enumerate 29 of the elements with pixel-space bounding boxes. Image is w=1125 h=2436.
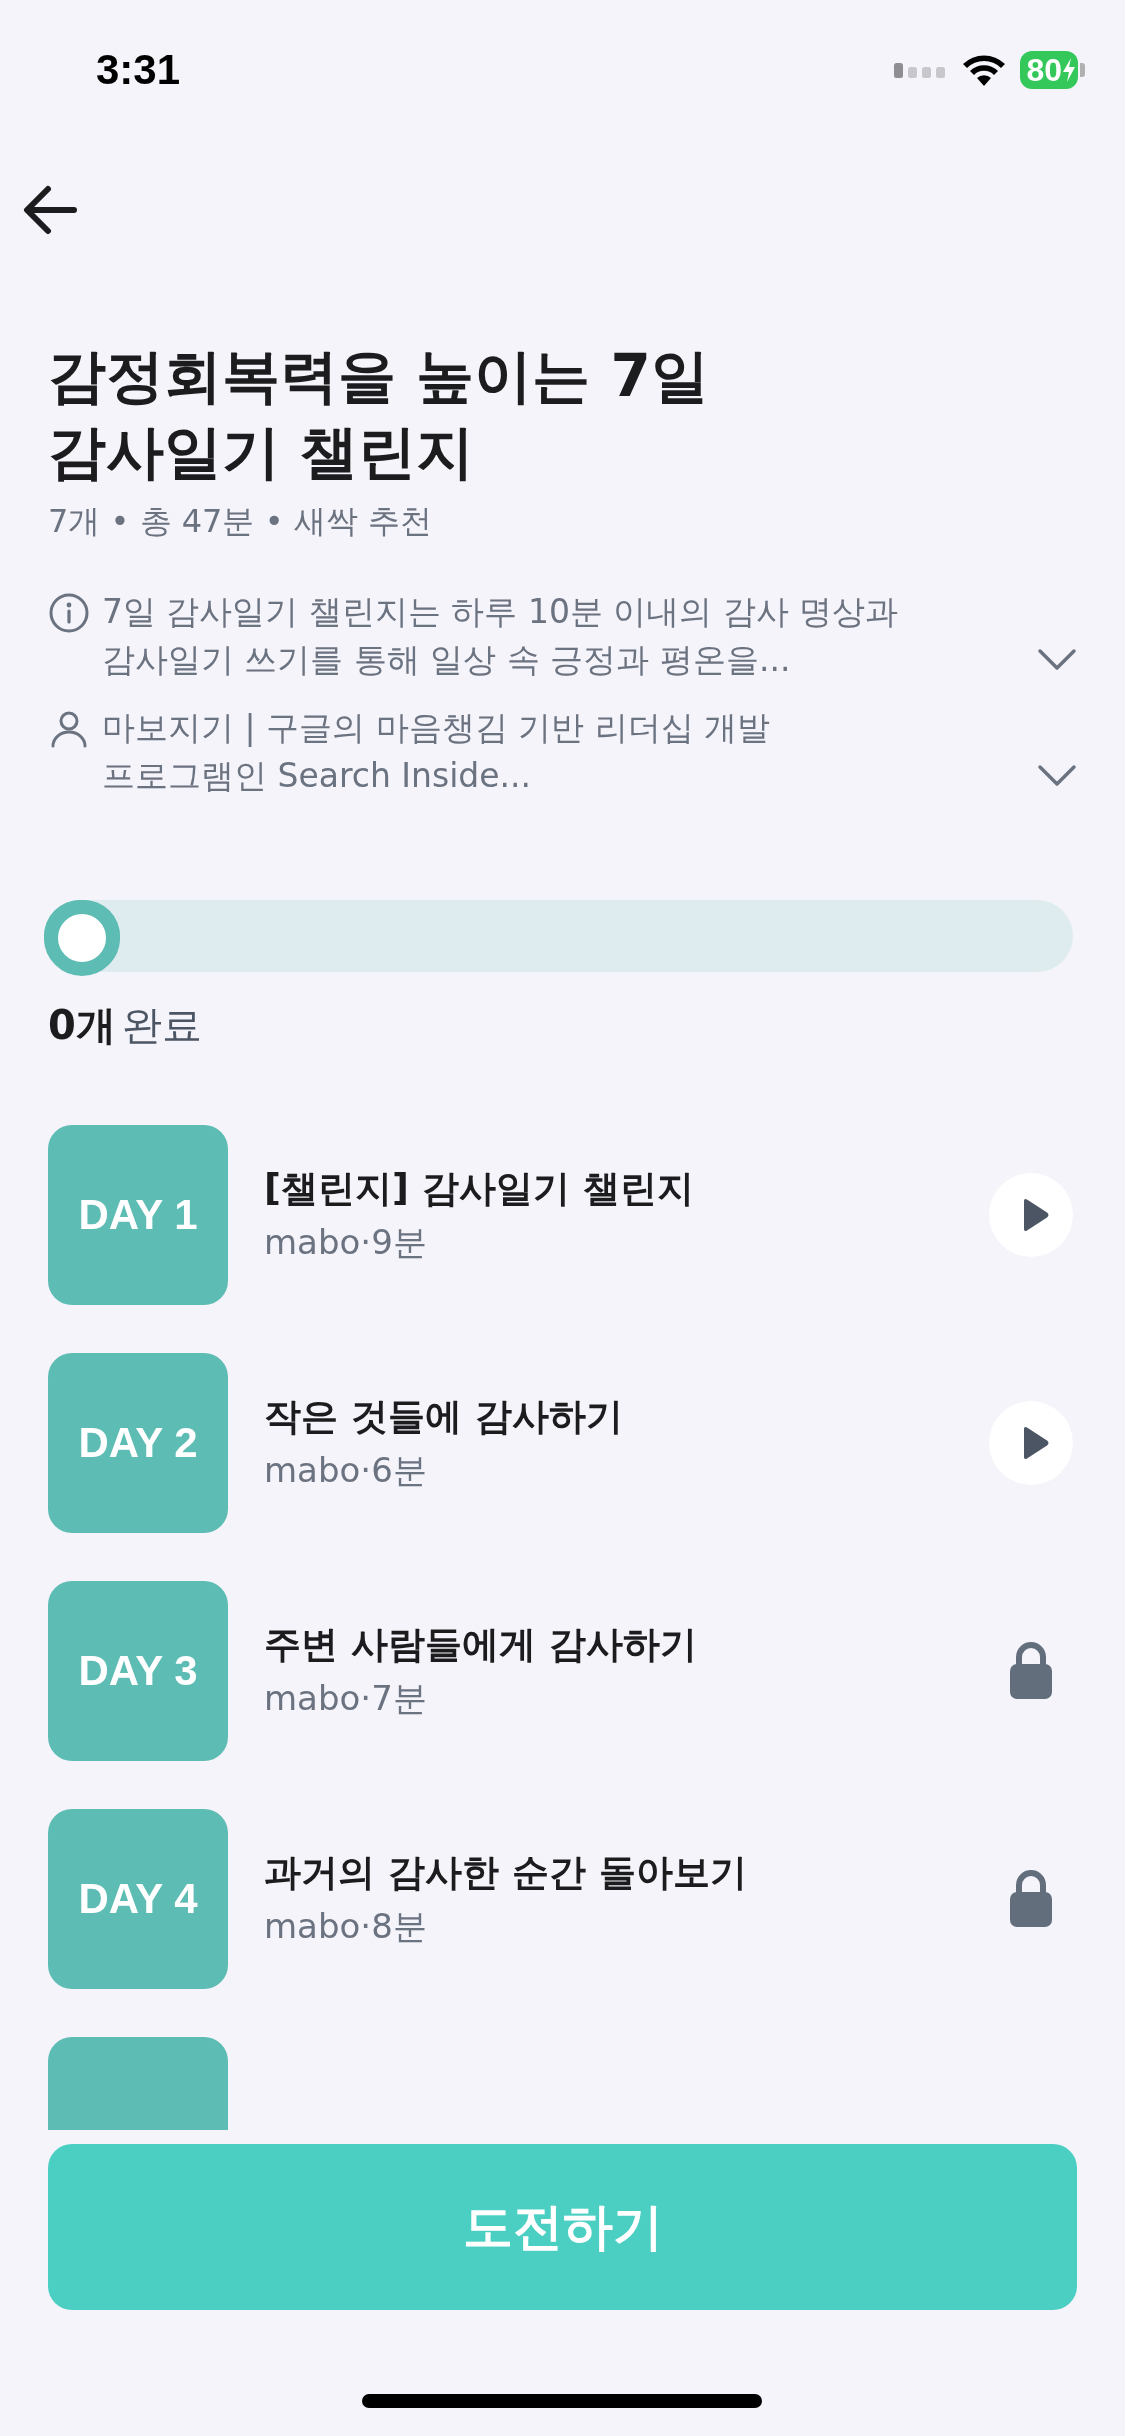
session-info: mabo·7분 (264, 1677, 428, 1720)
session-title[interactable]: [챌린지] 감사일기 챌린지 (264, 1164, 989, 1214)
day-tile[interactable]: DAY 1 (48, 1125, 228, 1305)
session-title[interactable]: 작은 것들에 감사하기 (264, 1392, 989, 1442)
info-icon (48, 592, 90, 634)
meta-text: 7개 • 총 47분 • 새싹 추천 (48, 501, 433, 542)
back-arrow-icon[interactable] (22, 185, 78, 235)
battery-icon: 80 (1020, 51, 1078, 89)
day-tile[interactable]: DAY 4 (48, 1809, 228, 1989)
session-title[interactable]: 과거의 감사한 순간 돌아보기 (264, 1848, 1009, 1898)
status-time: 3:31 (96, 46, 181, 94)
completed-count: 0개 (48, 1001, 116, 1050)
session-info: mabo·6분 (264, 1449, 428, 1492)
session-info: mabo·9분 (264, 1221, 428, 1264)
battery-cap (1080, 63, 1085, 77)
day-tile[interactable]: DAY 3 (48, 1581, 228, 1761)
day-tile[interactable]: DAY 2 (48, 1353, 228, 1533)
challenge-button[interactable]: 도전하기 (48, 2144, 1077, 2310)
info-text: 7일 감사일기 챌린지는 하루 10분 이내의 감사 명상과 감사일기 쓰기를 통해 일상 속 긍정과 평온을... (102, 591, 900, 681)
lock-icon (1009, 1642, 1053, 1700)
session-title[interactable]: 주변 사람들에게 감사하기 (264, 1620, 1009, 1670)
session-info: mabo·8분 (264, 1905, 428, 1948)
completed-label: 완료 (121, 1001, 202, 1050)
lock-icon (1009, 1870, 1053, 1928)
chevron-icon[interactable] (1037, 764, 1077, 788)
info-text: 마보지기 | 구글의 마음챙김 기반 리더십 개발 프로그램인 Search Inside... (102, 707, 772, 797)
page-title: 감정회복력을 높이는 7일 감사일기 챌린지 (48, 341, 710, 488)
chevron-icon[interactable] (1037, 648, 1077, 672)
wifi-icon (962, 53, 1007, 87)
